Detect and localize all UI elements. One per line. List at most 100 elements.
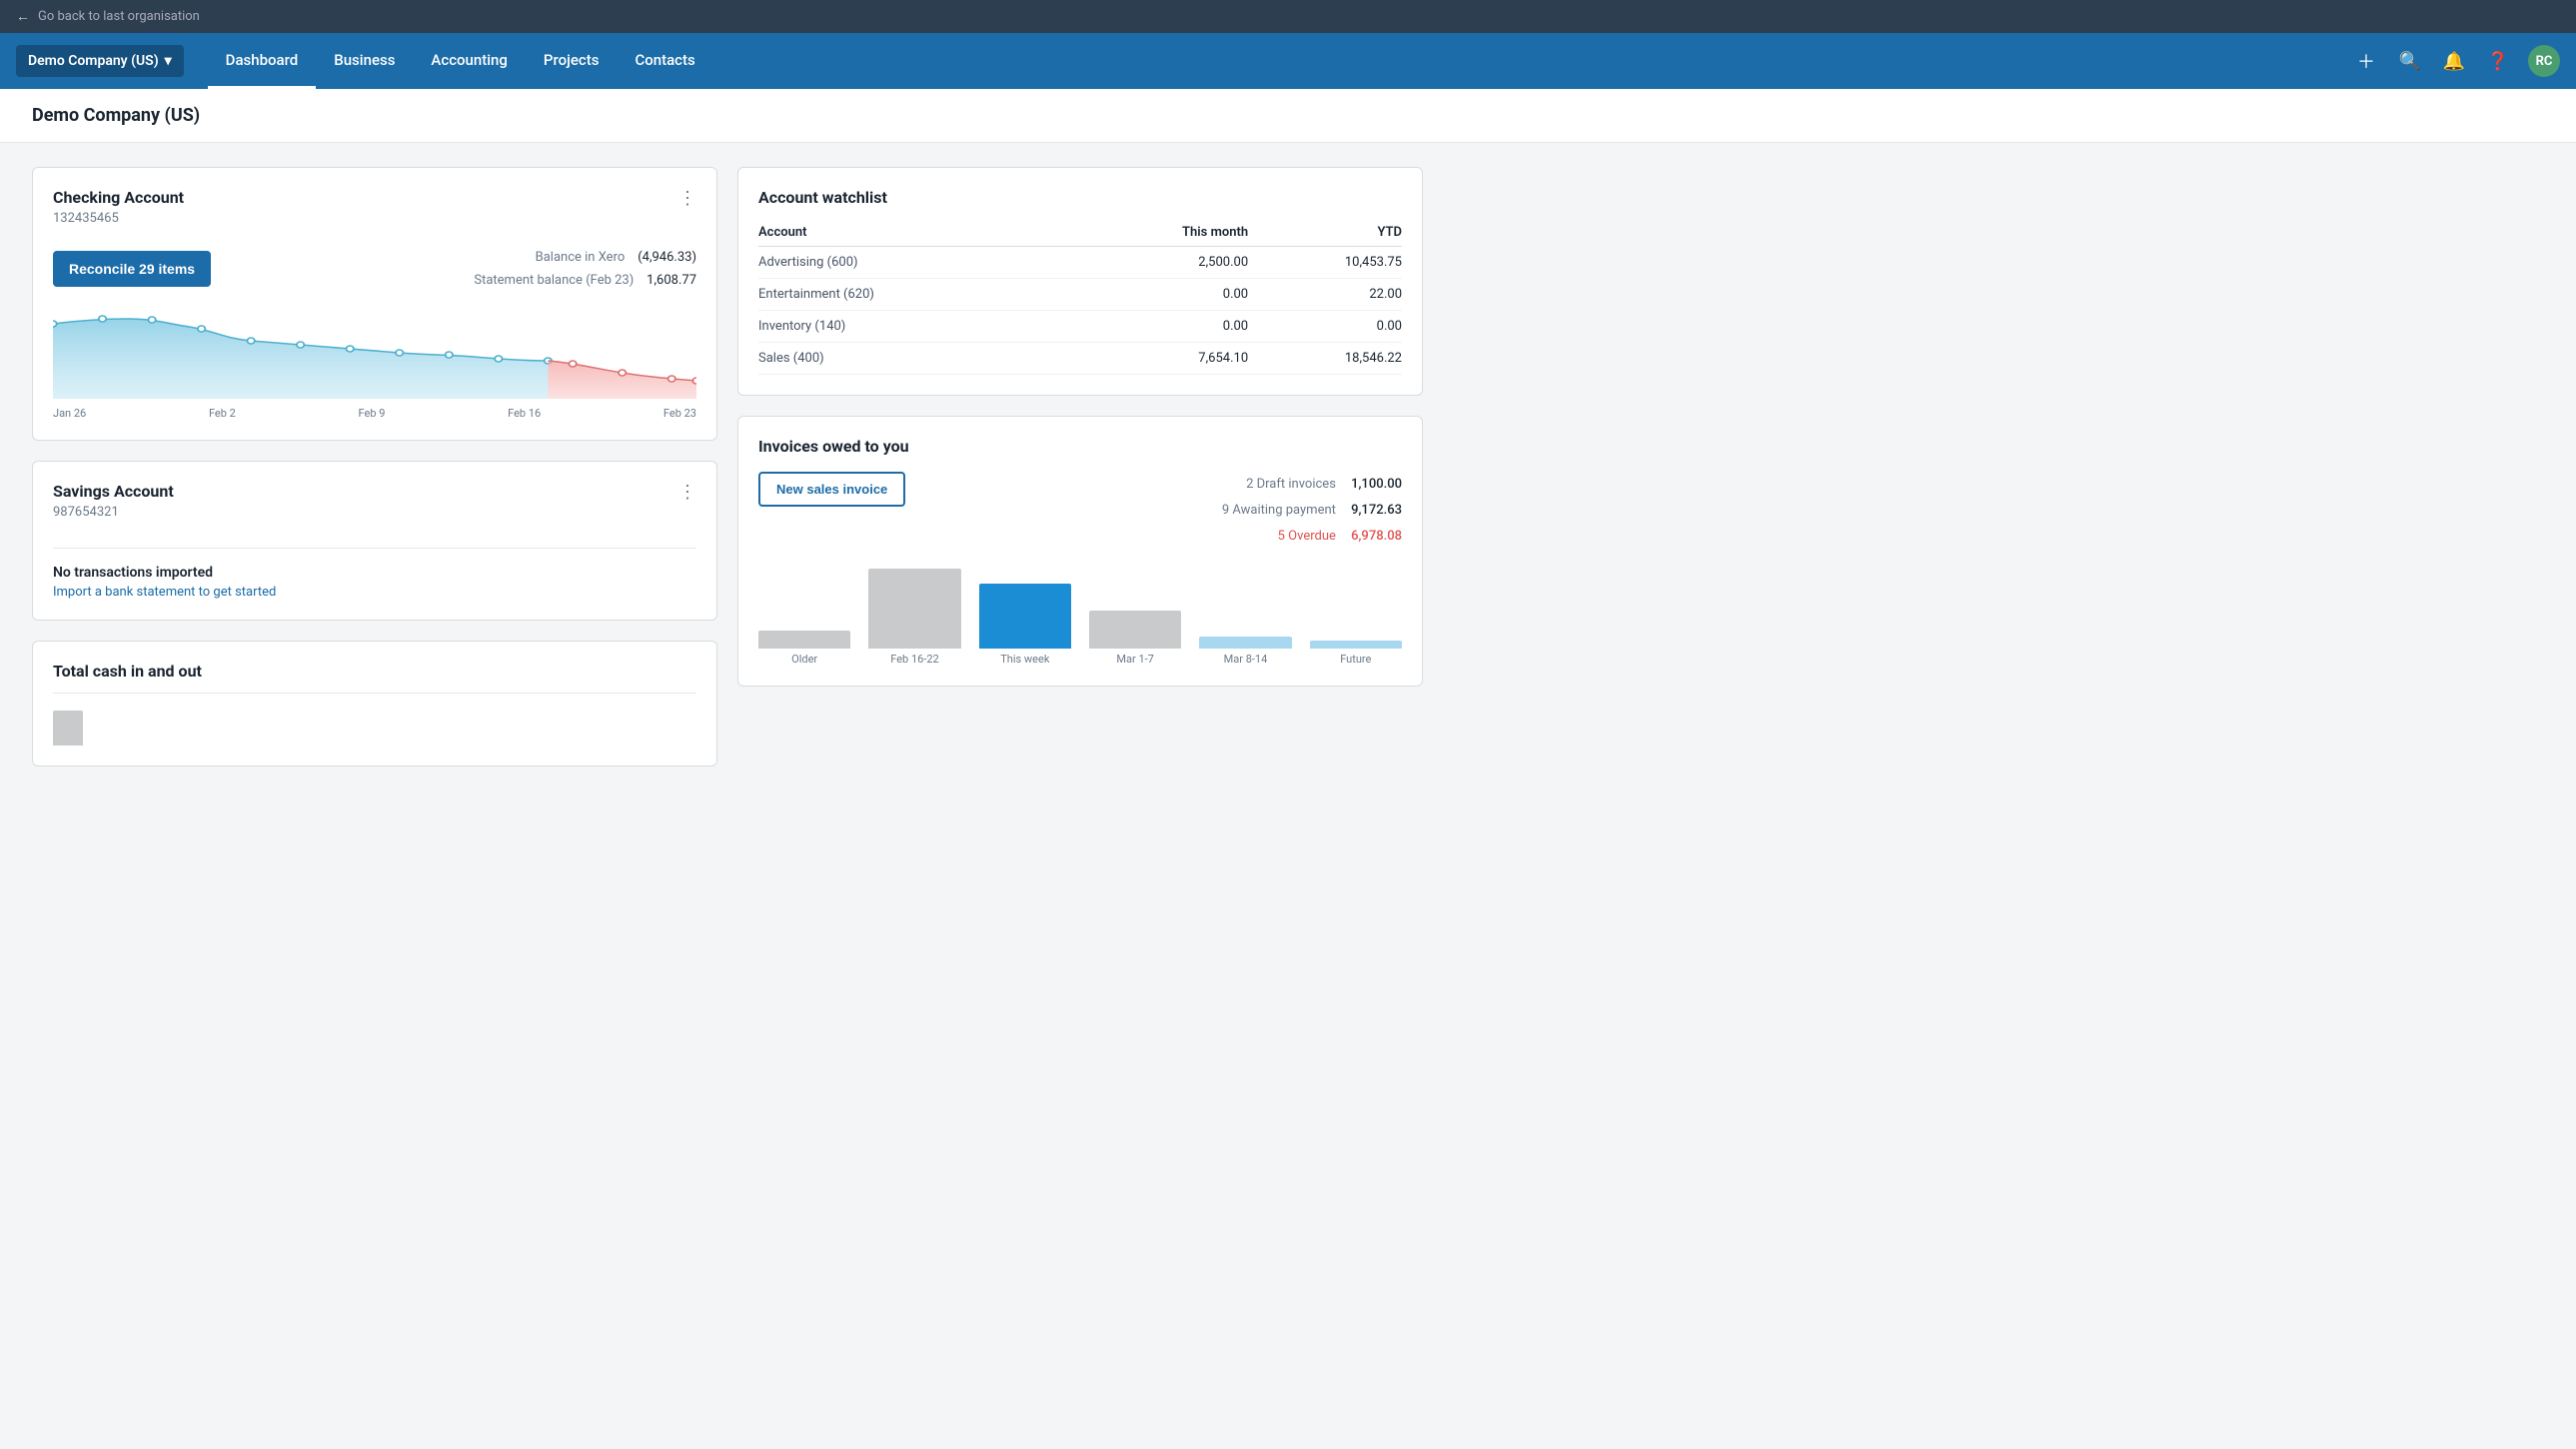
account-watchlist-card: Account watchlist Account This month YTD… xyxy=(737,167,1423,396)
bell-icon[interactable]: 🔔 xyxy=(2440,47,2468,75)
total-cash-title: Total cash in and out xyxy=(53,662,696,681)
bar xyxy=(1089,611,1181,649)
nav-business[interactable]: Business xyxy=(316,33,413,89)
invoice-top: New sales invoice 2 Draft invoices 1,100… xyxy=(758,472,1402,550)
page-title: Demo Company (US) xyxy=(32,105,2544,126)
bar xyxy=(979,584,1071,649)
watchlist-account-name: Inventory (140) xyxy=(758,311,1070,343)
awaiting-payment-label: 9 Awaiting payment xyxy=(1222,503,1336,518)
checking-chart xyxy=(53,309,696,403)
watchlist-account-name: Sales (400) xyxy=(758,343,1070,375)
checking-account-menu-icon[interactable]: ⋮ xyxy=(678,188,696,209)
overdue-amount: 6,978.08 xyxy=(1351,529,1402,544)
draft-invoices-label: 2 Draft invoices xyxy=(1246,477,1336,492)
savings-account-number: 987654321 xyxy=(53,505,174,520)
add-icon[interactable]: ＋ xyxy=(2352,47,2380,75)
watchlist-title: Account watchlist xyxy=(758,188,1402,207)
invoices-owed-card: Invoices owed to you New sales invoice 2… xyxy=(737,416,1423,687)
company-name: Demo Company (US) xyxy=(28,53,159,69)
watchlist-this-month: 2,500.00 xyxy=(1070,247,1248,279)
bar-group: Older xyxy=(758,631,850,666)
statement-balance-value: 1,608.77 xyxy=(646,273,696,288)
invoices-bar-chart: Older Feb 16-22 This week Mar 1-7 Mar 8-14 Fu… xyxy=(758,566,1402,666)
bar-label: Future xyxy=(1340,653,1371,666)
nav-projects[interactable]: Projects xyxy=(526,33,618,89)
savings-divider xyxy=(53,548,696,549)
savings-account-title: Savings Account xyxy=(53,482,174,501)
bar xyxy=(758,631,850,649)
watchlist-account-name: Advertising (600) xyxy=(758,247,1070,279)
table-row: Entertainment (620) 0.00 22.00 xyxy=(758,279,1402,311)
balance-info: Balance in Xero (4,946.33) Statement bal… xyxy=(474,246,696,293)
search-icon[interactable]: 🔍 xyxy=(2396,47,2424,75)
bar-group: This week xyxy=(979,584,1071,666)
back-arrow-icon: ← xyxy=(16,8,30,25)
back-label[interactable]: Go back to last organisation xyxy=(38,9,200,24)
company-selector[interactable]: Demo Company (US) ▾ xyxy=(16,45,184,77)
watchlist-ytd: 0.00 xyxy=(1248,311,1402,343)
bar xyxy=(1199,637,1291,649)
nav-accounting[interactable]: Accounting xyxy=(413,33,525,89)
reconcile-button[interactable]: Reconcile 29 items xyxy=(53,251,211,287)
chart-label-feb23: Feb 23 xyxy=(663,407,696,420)
watchlist-this-month: 0.00 xyxy=(1070,279,1248,311)
bar-group: Feb 16-22 xyxy=(868,569,960,666)
bar-label: Mar 1-7 xyxy=(1116,653,1153,666)
bar xyxy=(868,569,960,649)
watchlist-ytd: 18,546.22 xyxy=(1248,343,1402,375)
table-row: Sales (400) 7,654.10 18,546.22 xyxy=(758,343,1402,375)
savings-account-card: Savings Account 987654321 ⋮ No transacti… xyxy=(32,461,717,621)
nav-contacts[interactable]: Contacts xyxy=(617,33,712,89)
help-icon[interactable]: ❓ xyxy=(2484,47,2512,75)
watchlist-this-month: 7,654.10 xyxy=(1070,343,1248,375)
nav-actions: ＋ 🔍 🔔 ❓ RC xyxy=(2352,45,2560,77)
checking-account-number: 132435465 xyxy=(53,211,184,226)
bar xyxy=(1310,641,1402,649)
table-row: Inventory (140) 0.00 0.00 xyxy=(758,311,1402,343)
nav-dashboard[interactable]: Dashboard xyxy=(208,33,317,89)
chart-label-feb2: Feb 2 xyxy=(209,407,236,420)
total-cash-card: Total cash in and out xyxy=(32,641,717,766)
awaiting-payment-amount: 9,172.63 xyxy=(1351,503,1402,518)
main-nav: Demo Company (US) ▾ Dashboard Business A… xyxy=(0,33,2576,89)
draft-invoices-amount: 1,100.00 xyxy=(1351,477,1402,492)
avatar[interactable]: RC xyxy=(2528,45,2560,77)
savings-account-menu-icon[interactable]: ⋮ xyxy=(678,482,696,503)
no-transactions-label: No transactions imported xyxy=(53,565,696,581)
chart-label-feb9: Feb 9 xyxy=(359,407,386,420)
overdue-label: 5 Overdue xyxy=(1278,529,1336,544)
invoices-title: Invoices owed to you xyxy=(758,437,1402,456)
watchlist-table: Account This month YTD Advertising (600)… xyxy=(758,219,1402,375)
chevron-down-icon: ▾ xyxy=(165,53,172,69)
bar-group: Future xyxy=(1310,641,1402,666)
watchlist-col-this-month: This month xyxy=(1070,219,1248,247)
new-sales-invoice-button[interactable]: New sales invoice xyxy=(758,472,905,507)
statement-balance-label: Statement balance (Feb 23) xyxy=(474,273,634,288)
checking-account-title: Checking Account xyxy=(53,188,184,207)
top-bar: ← Go back to last organisation xyxy=(0,0,2576,33)
watchlist-ytd: 22.00 xyxy=(1248,279,1402,311)
chart-label-jan26: Jan 26 xyxy=(53,407,86,420)
chart-labels: Jan 26 Feb 2 Feb 9 Feb 16 Feb 23 xyxy=(53,407,696,420)
total-cash-divider xyxy=(53,693,696,694)
sub-header: Demo Company (US) xyxy=(0,89,2576,143)
main-content: Checking Account 132435465 ⋮ Reconcile 2… xyxy=(0,143,1455,790)
bar-label: Mar 8-14 xyxy=(1224,653,1268,666)
import-link[interactable]: Import a bank statement to get started xyxy=(53,585,276,600)
watchlist-this-month: 0.00 xyxy=(1070,311,1248,343)
bar-label: This week xyxy=(1000,653,1049,666)
watchlist-col-ytd: YTD xyxy=(1248,219,1402,247)
chart-label-feb16: Feb 16 xyxy=(508,407,541,420)
balance-in-xero-value: (4,946.33) xyxy=(638,250,696,265)
bar-label: Older xyxy=(791,653,817,666)
watchlist-col-account: Account xyxy=(758,219,1070,247)
table-row: Advertising (600) 2,500.00 10,453.75 xyxy=(758,247,1402,279)
watchlist-ytd: 10,453.75 xyxy=(1248,247,1402,279)
checking-account-card: Checking Account 132435465 ⋮ Reconcile 2… xyxy=(32,167,717,441)
bar-label: Feb 16-22 xyxy=(890,653,938,666)
bar-group: Mar 8-14 xyxy=(1199,637,1291,666)
invoice-stats: 2 Draft invoices 1,100.00 9 Awaiting pay… xyxy=(1222,472,1402,550)
watchlist-account-name: Entertainment (620) xyxy=(758,279,1070,311)
nav-links: Dashboard Business Accounting Projects C… xyxy=(208,33,2352,89)
balance-in-xero-label: Balance in Xero xyxy=(536,250,626,265)
